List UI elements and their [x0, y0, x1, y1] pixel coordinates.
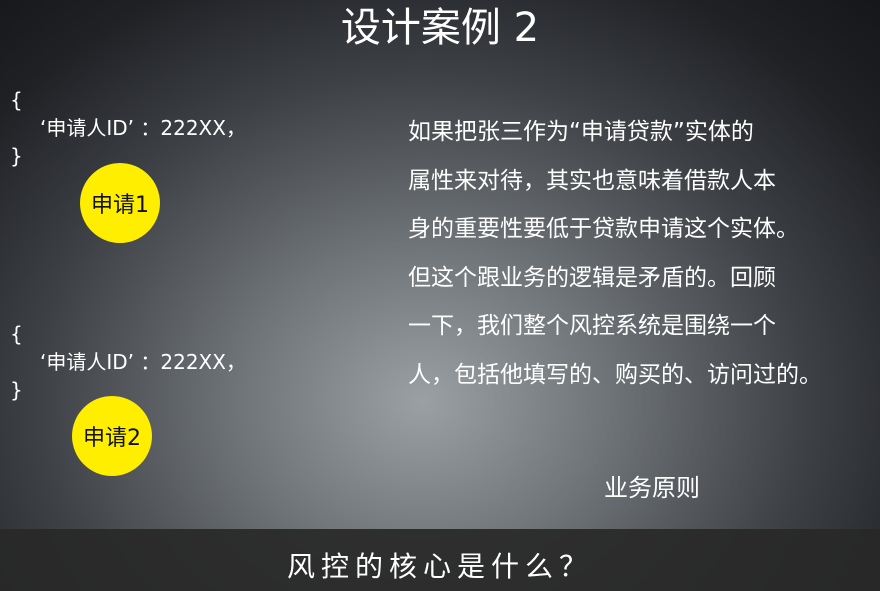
applicant-id-field: ‘申请人ID’ ：222XX， [40, 116, 246, 140]
paragraph-line: 人，包括他填写的、购买的、访问过的。 [408, 361, 822, 388]
close-brace: } [10, 378, 23, 402]
application-1-badge: 申请1 [80, 163, 160, 243]
business-principle-label: 业务原则 [604, 474, 700, 502]
slide-title: 设计案例 2 [340, 5, 540, 51]
video-subtitle: 风控的核心是什么？ [286, 550, 593, 583]
paragraph-line: 如果把张三作为“申请贷款”实体的 [408, 119, 754, 145]
open-brace: { [10, 322, 23, 346]
paragraph-line: 属性来对待，其实也意味着借款人本 [408, 167, 776, 194]
open-brace: { [10, 88, 23, 112]
paragraph-line: 但这个跟业务的逻辑是矛盾的。回顾 [408, 264, 776, 291]
code-block-2: { ‘申请人ID’ ：222XX， } [10, 322, 246, 418]
code-block-1: { ‘申请人ID’ ：222XX， } [10, 88, 246, 184]
close-brace: } [10, 144, 23, 168]
applicant-id-field: ‘申请人ID’ ：222XX， [40, 350, 246, 374]
application-2-badge: 申请2 [72, 396, 152, 476]
explanation-paragraph: 如果把张三作为“申请贷款”实体的 属性来对待，其实也意味着借款人本 身的重要性要… [408, 108, 880, 400]
paragraph-line: 一下，我们整个风控系统是围绕一个 [408, 313, 776, 340]
paragraph-line: 身的重要性要低于贷款申请这个实体。 [408, 216, 799, 243]
